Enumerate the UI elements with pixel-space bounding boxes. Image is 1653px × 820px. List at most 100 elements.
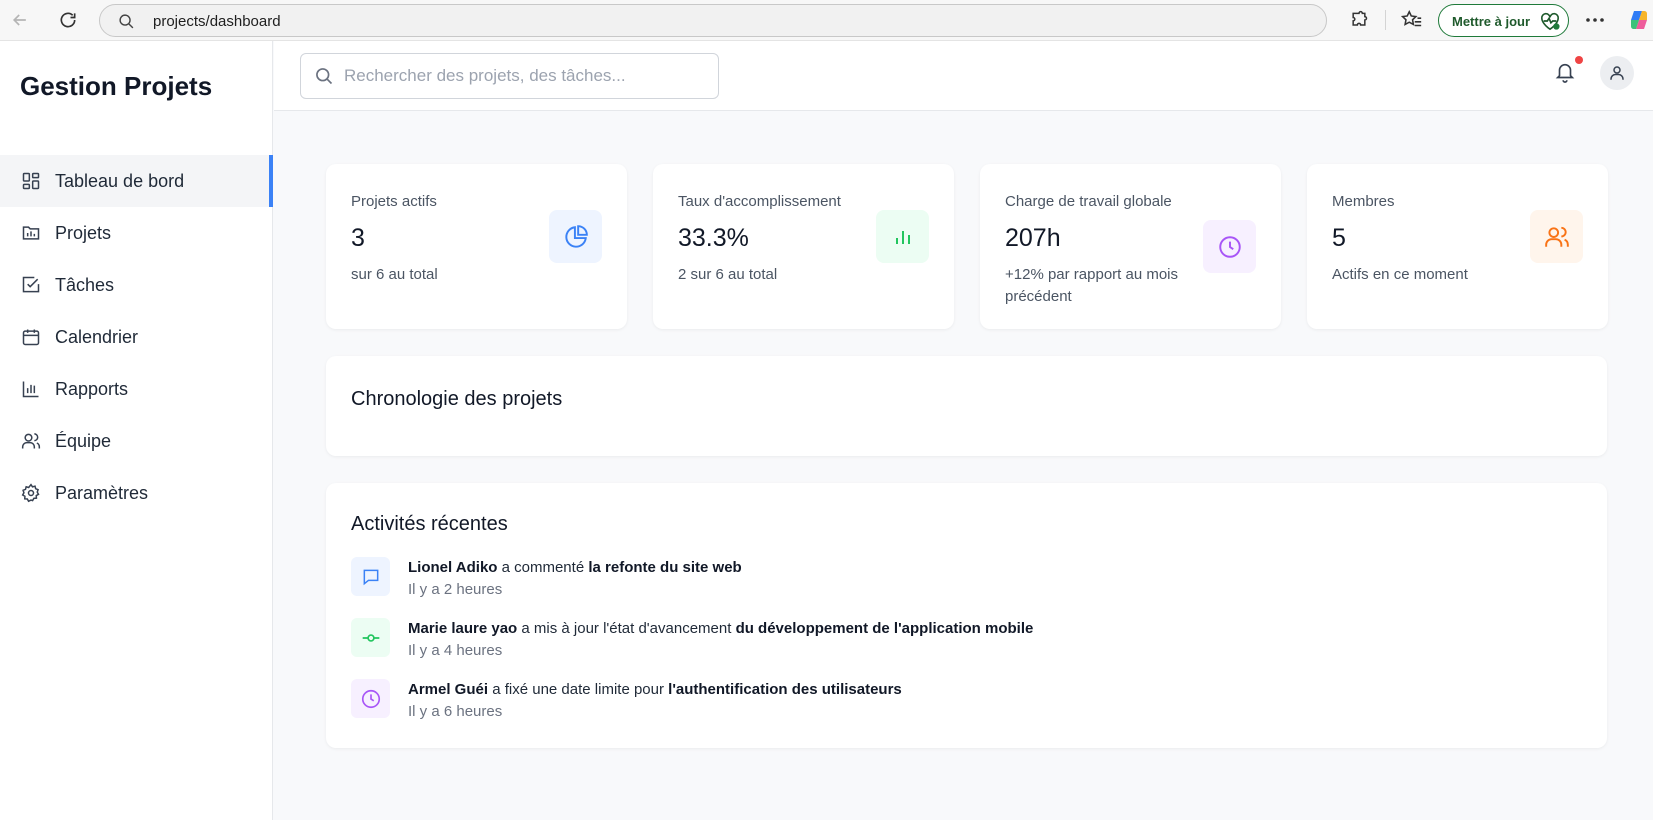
- favorites-button[interactable]: [1400, 8, 1424, 32]
- search-icon: [316, 68, 333, 85]
- stat-title: Projets actifs: [351, 193, 437, 210]
- activity-target: l'authentification des utilisateurs: [668, 681, 902, 698]
- user-avatar[interactable]: [1600, 56, 1634, 90]
- more-horizontal-icon: [1586, 18, 1604, 22]
- extensions-button[interactable]: [1347, 8, 1371, 32]
- clock-icon: [1218, 235, 1241, 258]
- sidebar-item-tasks[interactable]: Tâches: [0, 259, 273, 311]
- url-text: projects/dashboard: [153, 13, 281, 30]
- search-box[interactable]: [300, 53, 719, 99]
- sidebar-item-label: Équipe: [55, 430, 112, 451]
- stat-title: Charge de travail globale: [1005, 193, 1172, 210]
- activity-action: a commenté: [501, 559, 585, 576]
- sidebar-item-settings[interactable]: Paramètres: [0, 467, 273, 519]
- puzzle-icon: [1352, 10, 1368, 26]
- update-button[interactable]: Mettre à jour: [1438, 4, 1569, 37]
- activity-title: Activités récentes: [351, 513, 508, 535]
- top-header: [274, 41, 1653, 111]
- sidebar-item-reports[interactable]: Rapports: [0, 363, 273, 415]
- brand-title: Gestion Projets: [20, 71, 213, 101]
- activity-target: la refonte du site web: [588, 559, 742, 576]
- activity-user: Lionel Adiko: [408, 559, 498, 576]
- pie-chart-icon: [564, 224, 588, 248]
- sidebar-item-team[interactable]: Équipe: [0, 415, 273, 467]
- recent-activity-card: Activités récentes Lionel Adiko a commen…: [326, 483, 1607, 748]
- stat-value: 3: [351, 224, 365, 252]
- clock-icon: [361, 689, 380, 708]
- stat-card-active-projects: Projets actifs 3 sur 6 au total: [326, 164, 627, 329]
- bar-chart-icon: [895, 230, 910, 244]
- activity-icon-box: [351, 679, 390, 718]
- activity-item[interactable]: Armel Guéi a fixé une date limite pour l…: [351, 679, 1551, 729]
- activity-text: Armel Guéi a fixé une date limite pour l…: [408, 681, 902, 698]
- activity-action: a mis à jour l'état d'avancement: [521, 620, 732, 637]
- activity-text: Lionel Adiko a commenté la refonte du si…: [408, 559, 742, 576]
- stat-title: Taux d'accomplissement: [678, 193, 841, 210]
- sidebar: Gestion Projets Tableau de bord Projets …: [0, 41, 273, 820]
- sidebar-item-label: Calendrier: [55, 326, 139, 347]
- update-label: Mettre à jour: [1452, 14, 1531, 29]
- notifications-button[interactable]: [1554, 60, 1576, 89]
- sidebar-item-projects[interactable]: Projets: [0, 207, 273, 259]
- activity-item[interactable]: Marie laure yao a mis à jour l'état d'av…: [351, 618, 1551, 668]
- refresh-button[interactable]: [54, 6, 82, 34]
- activity-icon-box: [351, 618, 390, 657]
- stat-value: 207h: [1005, 224, 1061, 252]
- stat-value: 5: [1332, 224, 1346, 252]
- activity-user: Armel Guéi: [408, 681, 489, 698]
- activity-user: Marie laure yao: [408, 620, 518, 637]
- stat-title: Membres: [1332, 193, 1395, 210]
- refresh-icon: [60, 12, 76, 28]
- address-bar[interactable]: projects/dashboard: [99, 4, 1327, 37]
- copilot-icon: [1631, 11, 1647, 29]
- activity-target: du développement de l'application mobile: [735, 620, 1034, 637]
- browser-toolbar: projects/dashboard Mettre à jour: [0, 0, 1653, 41]
- activity-time: Il y a 6 heures: [408, 703, 503, 720]
- stat-icon-box: [1203, 220, 1256, 273]
- toolbar-divider: [1385, 10, 1386, 30]
- dashboard-icon: [20, 170, 42, 192]
- notification-badge: [1575, 56, 1583, 64]
- star-list-icon: [1401, 9, 1422, 27]
- sidebar-item-dashboard[interactable]: Tableau de bord: [0, 155, 273, 207]
- arrow-left-icon: [12, 14, 26, 26]
- stat-card-completion-rate: Taux d'accomplissement 33.3% 2 sur 6 au …: [653, 164, 954, 329]
- commit-icon: [362, 633, 379, 642]
- bell-icon: [1555, 63, 1575, 83]
- reports-icon: [20, 378, 42, 400]
- stat-icon-box: [1530, 210, 1583, 263]
- project-timeline-card: Chronologie des projets: [326, 356, 1607, 456]
- sidebar-item-calendar[interactable]: Calendrier: [0, 311, 273, 363]
- stat-icon-box: [549, 210, 602, 263]
- user-icon: [1610, 66, 1624, 80]
- more-menu-button[interactable]: [1583, 8, 1607, 32]
- calendar-icon: [20, 326, 42, 348]
- stat-subtitle: Actifs en ce moment: [1332, 266, 1468, 283]
- sidebar-item-label: Projets: [55, 222, 112, 243]
- stat-subtitle: +12% par rapport au mois précédent: [1005, 266, 1179, 305]
- stat-card-workload: Charge de travail globale 207h +12% par …: [980, 164, 1281, 329]
- stat-subtitle: sur 6 au total: [351, 266, 438, 283]
- sidebar-item-label: Paramètres: [55, 482, 149, 503]
- activity-item[interactable]: Lionel Adiko a commenté la refonte du si…: [351, 557, 1551, 607]
- sidebar-item-label: Tâches: [55, 274, 115, 295]
- activity-text: Marie laure yao a mis à jour l'état d'av…: [408, 620, 1033, 637]
- timeline-title: Chronologie des projets: [351, 388, 563, 410]
- stat-icon-box: [876, 210, 929, 263]
- stat-value: 33.3%: [678, 224, 749, 252]
- activity-action: a fixé une date limite pour: [492, 681, 664, 698]
- back-button[interactable]: [6, 6, 34, 34]
- projects-icon: [20, 222, 42, 244]
- search-input[interactable]: [344, 54, 704, 98]
- comment-icon: [363, 569, 378, 585]
- copilot-button[interactable]: [1627, 8, 1651, 32]
- activity-time: Il y a 2 heures: [408, 581, 503, 598]
- stat-subtitle: 2 sur 6 au total: [678, 266, 778, 283]
- search-icon: [119, 14, 134, 29]
- tasks-icon: [20, 274, 42, 296]
- heart-pulse-icon: [1541, 12, 1560, 31]
- activity-icon-box: [351, 557, 390, 596]
- sidebar-item-label: Rapports: [55, 378, 129, 399]
- sidebar-item-label: Tableau de bord: [55, 170, 185, 191]
- activity-time: Il y a 4 heures: [408, 642, 503, 659]
